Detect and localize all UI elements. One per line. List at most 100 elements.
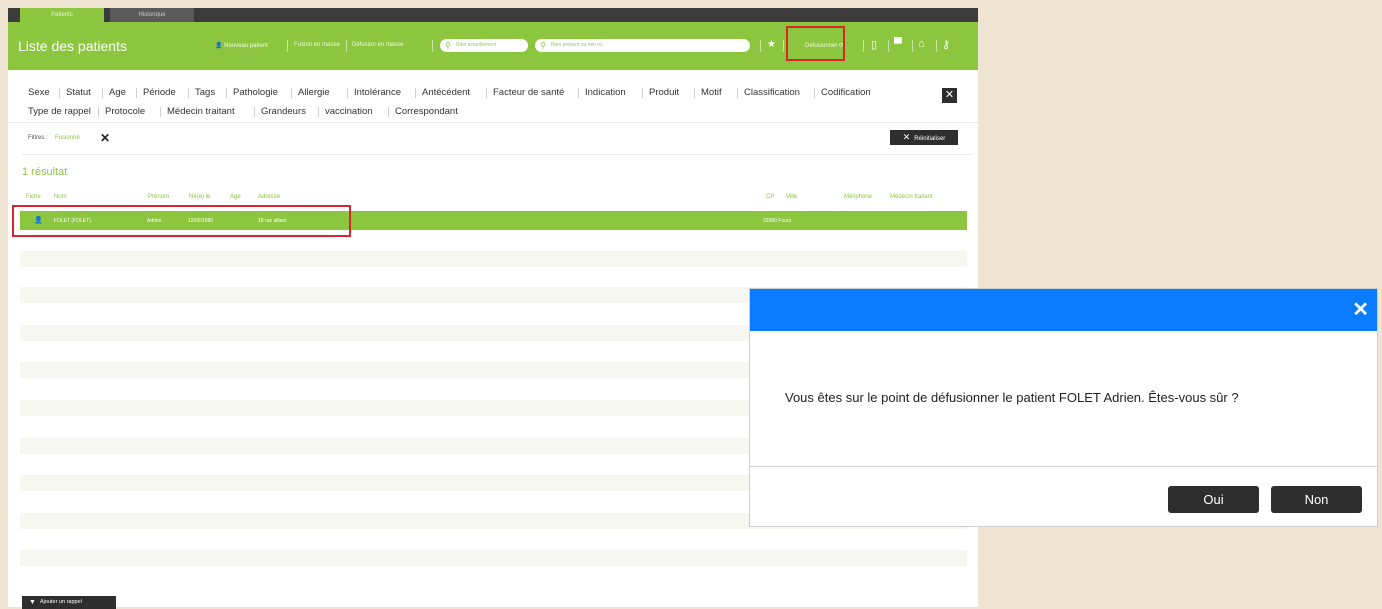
header-divider [760,40,761,52]
header-divider [863,40,864,52]
filter-intolerance[interactable]: Intolérance [354,87,401,98]
header-divider [346,40,347,52]
filter-divider [188,88,189,98]
filter-sexe[interactable]: Sexe [28,87,50,98]
filter-divider [642,88,643,98]
tab-patients[interactable]: Patients [20,8,104,22]
star-icon[interactable]: ★ [767,39,776,50]
dialog-message: Vous êtes sur le point de défusionner le… [785,390,1239,405]
key-icon[interactable]: ⚷ [942,38,950,51]
quick-search-input[interactable]: ⚲ Rien actuellement [440,39,528,52]
new-patient-label: Nouveau patient [224,43,268,49]
highlight-patient-row [12,205,351,237]
divider [22,154,972,155]
filter-divider [291,88,292,98]
reset-filters-button[interactable]: ✕ Réinitialiser [890,130,958,145]
printer-icon[interactable]: ▀ [894,38,902,50]
highlight-defusionner [786,26,845,61]
col-nom[interactable]: Nom [54,194,67,200]
filter-codification[interactable]: Codification [821,87,871,98]
header-divider [432,40,433,52]
user-icon: 👤 [215,43,223,49]
filter-divider [102,88,103,98]
filter-grandeurs[interactable]: Grandeurs [261,106,306,117]
filter-divider [160,107,161,117]
close-filters-button[interactable]: ✕ [942,88,957,103]
add-rappel-button[interactable]: ▼ Ajouter un rappel [22,596,116,609]
filter-divider [318,107,319,117]
defusion-masse-button[interactable]: Défusion en masse [352,42,403,48]
new-patient-button[interactable]: 👤 Nouveau patient [215,42,268,49]
filter-divider [136,88,137,98]
result-count: 1 résultat [22,166,68,178]
filter-divider [388,107,389,117]
quick-search-placeholder: Rien actuellement [456,42,497,48]
col-age[interactable]: Age [230,194,241,200]
filter-facteur-sante[interactable]: Facteur de santé [493,87,564,98]
header-divider [936,40,937,52]
filter-age[interactable]: Age [109,87,126,98]
filter-divider [59,88,60,98]
filter-tags[interactable]: Tags [195,87,215,98]
empty-row [20,550,967,566]
col-fiche[interactable]: Fiche [26,194,41,200]
divider [750,466,1377,467]
col-cp[interactable]: CP [766,194,774,200]
bell-icon: ▼ [29,599,36,606]
col-adresse[interactable]: Adresse [258,194,280,200]
no-button[interactable]: Non [1271,486,1362,513]
dialog-header: ✕ [750,289,1377,331]
col-ville[interactable]: Ville [786,194,797,200]
filter-motif[interactable]: Motif [701,87,722,98]
add-rappel-label: Ajouter un rappel [40,599,82,605]
close-icon: ✕ [902,132,911,142]
header-divider [287,40,288,52]
search-icon: ⚲ [540,41,546,50]
filter-protocole[interactable]: Protocole [105,106,145,117]
filter-statut[interactable]: Statut [66,87,91,98]
filter-divider [347,88,348,98]
document-icon[interactable]: ▯ [871,38,877,51]
tab-historique[interactable]: Historique [110,8,194,22]
col-date-naissance[interactable]: Né(e) le [189,194,210,200]
confirm-dialog: ✕ Vous êtes sur le point de défusionner … [749,288,1378,527]
header-divider [888,40,889,52]
col-medecin-traitant[interactable]: Médecin traitant [890,194,933,200]
empty-row [20,251,967,267]
page-title: Liste des patients [18,38,127,54]
filter-periode[interactable]: Période [143,87,176,98]
active-filters-label: Filtres : [28,135,48,141]
filter-allergie[interactable]: Allergie [298,87,330,98]
filter-panel: Sexe Statut Age Période Tags Pathologie … [8,70,978,123]
filter-divider [486,88,487,98]
reset-label: Réinitialiser [914,136,946,142]
yes-button[interactable]: Oui [1168,486,1259,513]
search-icon: ⚲ [445,41,451,50]
filter-divider [226,88,227,98]
fusion-masse-button[interactable]: Fusion en masse [294,42,340,48]
col-prenom[interactable]: Prénom [148,194,169,200]
patient-search-placeholder: Rien présent ou rien ici [551,42,603,48]
header-divider [912,40,913,52]
remove-filter-icon[interactable]: ✕ [100,131,110,145]
filter-medecin-traitant[interactable]: Médecin traitant [167,106,235,117]
filter-divider [415,88,416,98]
filter-divider [737,88,738,98]
filter-divider [254,107,255,117]
patient-search-input[interactable]: ⚲ Rien présent ou rien ici [535,39,750,52]
top-tab-bar: Patients Historique [8,8,978,22]
filter-classification[interactable]: Classification [744,87,800,98]
filter-antecedent[interactable]: Antécédent [422,87,470,98]
active-filter-chip: Fusionné [55,135,80,141]
chart-icon[interactable]: ⌂ [918,38,925,50]
cell-cp-ville: 33380 Fours [763,218,792,224]
filter-correspondant[interactable]: Correspondant [395,106,458,117]
header-divider [783,40,784,52]
filter-type-rappel[interactable]: Type de rappel [28,106,91,117]
col-mel-phone[interactable]: Mél/phone [844,194,872,200]
filter-produit[interactable]: Produit [649,87,679,98]
filter-pathologie[interactable]: Pathologie [233,87,278,98]
filter-vaccination[interactable]: vaccination [325,106,373,117]
filter-indication[interactable]: Indication [585,87,626,98]
close-icon[interactable]: ✕ [1352,297,1369,322]
